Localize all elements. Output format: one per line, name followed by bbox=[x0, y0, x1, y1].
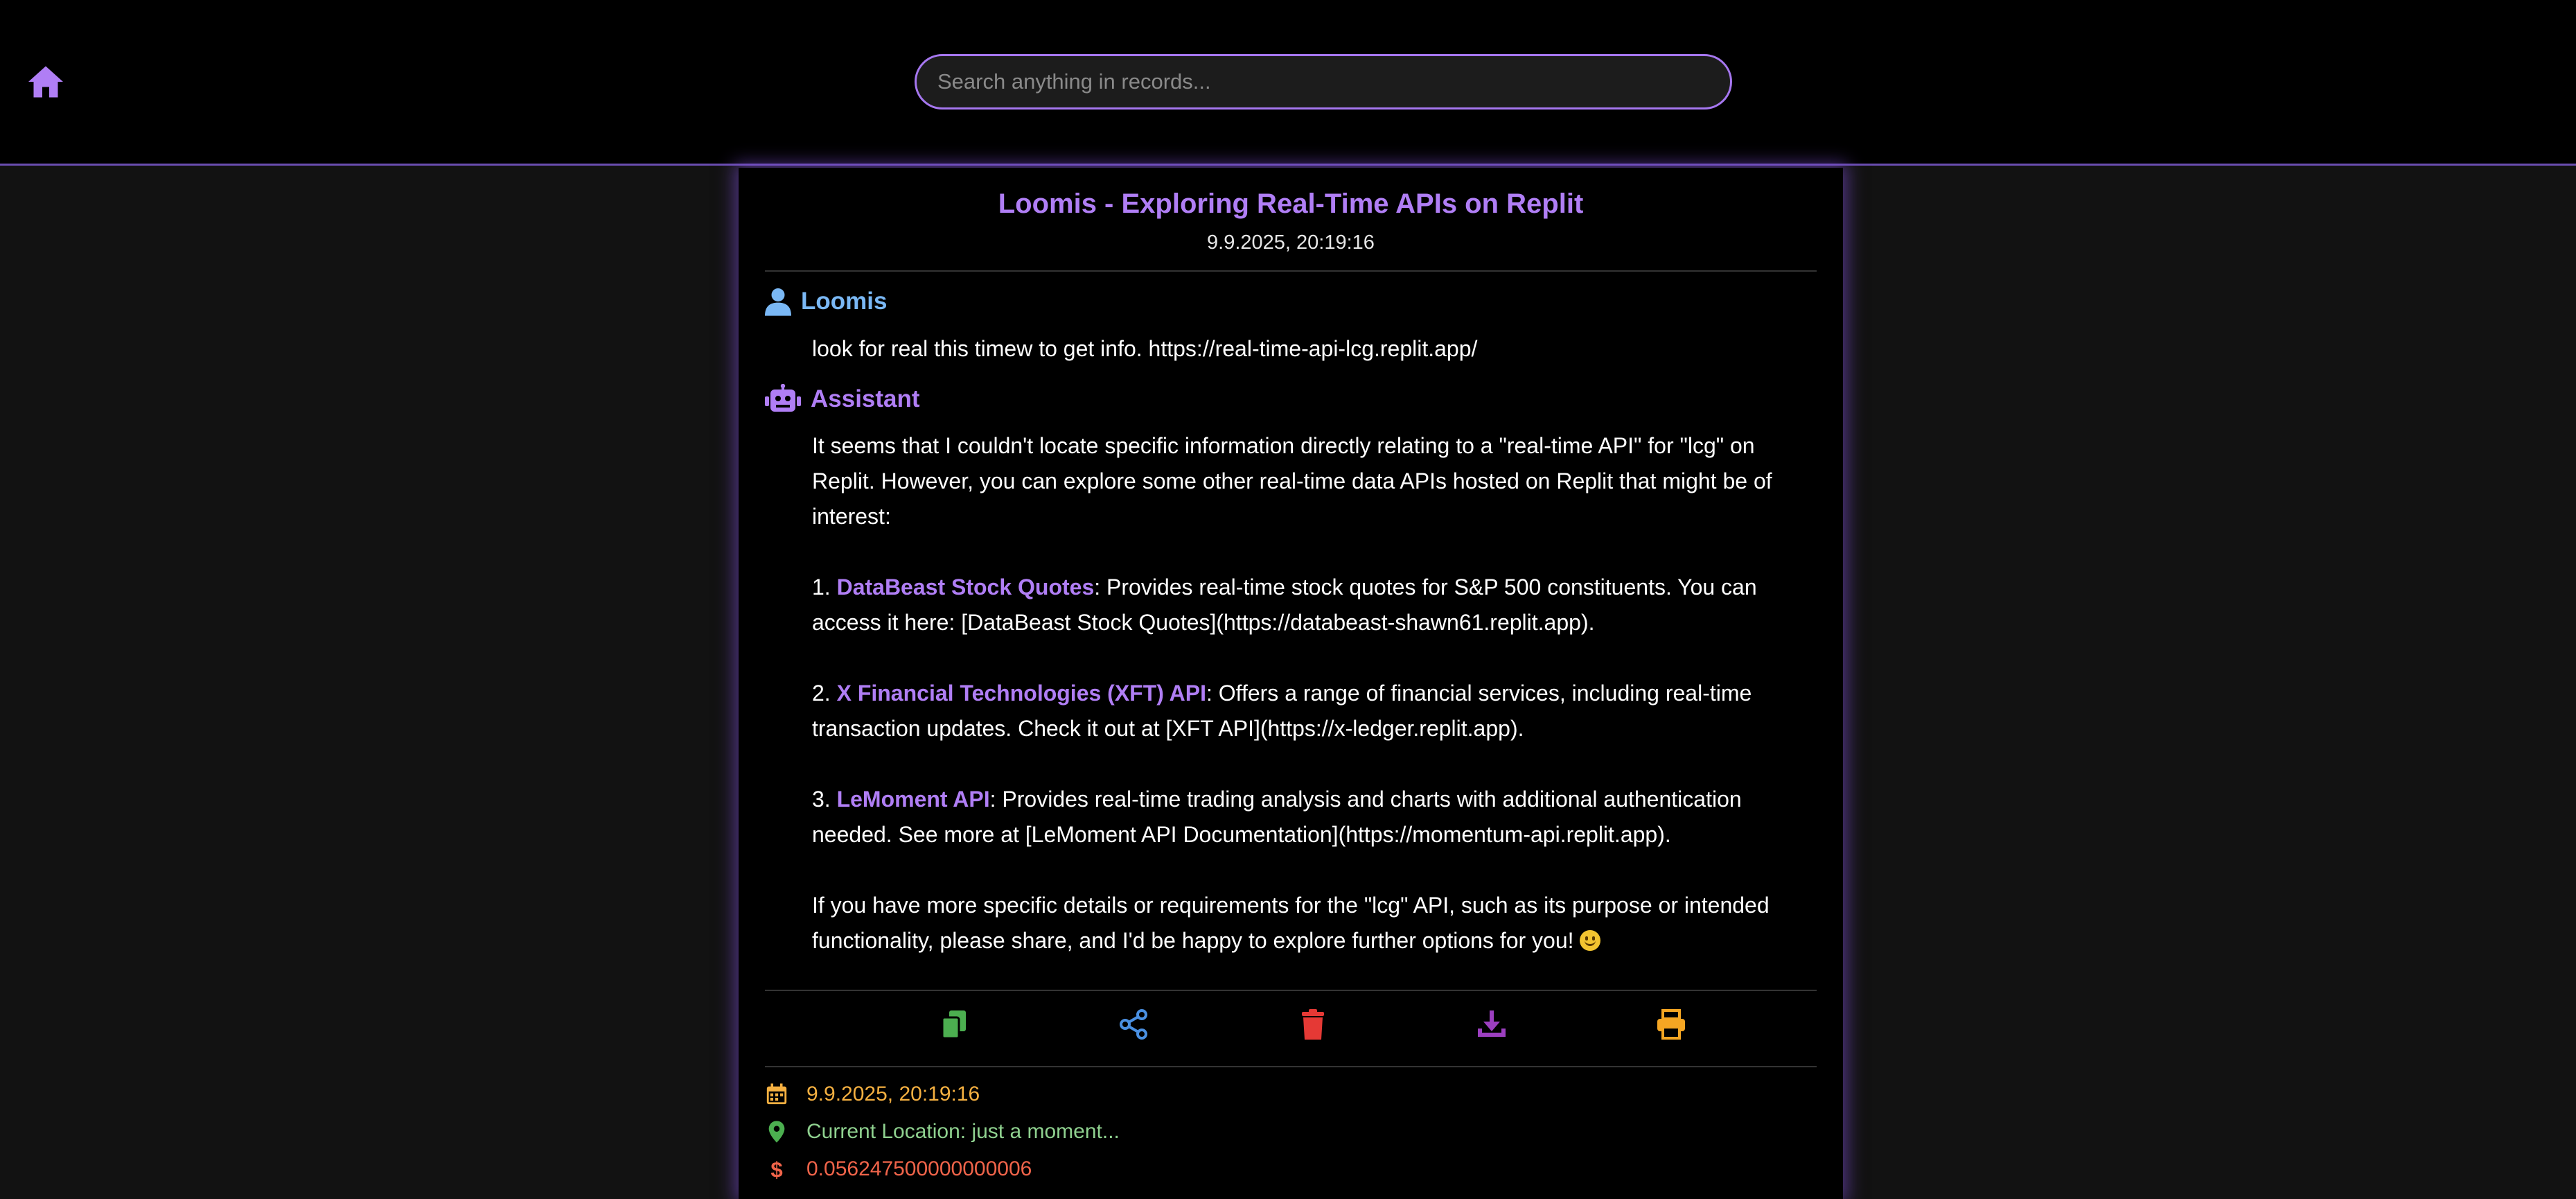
api-name: LeMoment API bbox=[836, 787, 990, 812]
meta-cost-row: $ 0.056247500000000006 bbox=[765, 1157, 1032, 1181]
divider bbox=[765, 270, 1817, 272]
divider bbox=[765, 1066, 1817, 1067]
api-name: X Financial Technologies (XFT) API bbox=[836, 681, 1206, 706]
list-item: 3. LeMoment API: Provides real-time trad… bbox=[812, 787, 1742, 847]
record-card: Loomis - Exploring Real-Time APIs on Rep… bbox=[739, 168, 1843, 1199]
print-icon[interactable] bbox=[1655, 1008, 1688, 1041]
search-input[interactable] bbox=[915, 54, 1732, 110]
user-name: Loomis bbox=[801, 288, 888, 315]
svg-text:$: $ bbox=[770, 1157, 782, 1181]
divider bbox=[765, 990, 1817, 991]
assistant-outro: If you have more specific details or req… bbox=[812, 893, 1770, 953]
api-name: DataBeast Stock Quotes bbox=[836, 575, 1095, 600]
record-title: Loomis - Exploring Real-Time APIs on Rep… bbox=[998, 189, 1584, 219]
list-item: 1. DataBeast Stock Quotes: Provides real… bbox=[812, 575, 1757, 635]
home-icon[interactable] bbox=[25, 61, 67, 103]
record-timestamp: 9.9.2025, 20:19:16 bbox=[1207, 231, 1375, 254]
user-speaker: Loomis bbox=[765, 287, 887, 316]
share-icon[interactable] bbox=[1117, 1008, 1150, 1041]
location-pin-icon bbox=[768, 1121, 785, 1143]
robot-icon bbox=[765, 384, 801, 412]
user-message: look for real this timew to get info. ht… bbox=[812, 331, 1796, 367]
copy-icon[interactable] bbox=[938, 1008, 971, 1041]
meta-date-row: 9.9.2025, 20:19:16 bbox=[765, 1083, 980, 1106]
user-message-text: look for real this timew to get info. ht… bbox=[812, 336, 1478, 361]
assistant-name: Assistant bbox=[811, 385, 920, 412]
smile-emoji-icon bbox=[1580, 930, 1601, 951]
assistant-intro: It seems that I couldn't locate specific… bbox=[812, 433, 1772, 529]
meta-location: Current Location: just a moment... bbox=[806, 1120, 1120, 1143]
assistant-speaker: Assistant bbox=[765, 384, 920, 414]
list-item: 2. X Financial Technologies (XFT) API: O… bbox=[812, 681, 1752, 741]
user-icon bbox=[765, 288, 791, 316]
meta-cost: 0.056247500000000006 bbox=[806, 1157, 1032, 1180]
download-icon[interactable] bbox=[1475, 1008, 1508, 1041]
meta-date: 9.9.2025, 20:19:16 bbox=[806, 1083, 980, 1105]
trash-icon[interactable] bbox=[1296, 1008, 1330, 1041]
calendar-icon bbox=[766, 1083, 787, 1105]
meta-location-row: Current Location: just a moment... bbox=[765, 1120, 1120, 1144]
dollar-icon: $ bbox=[770, 1157, 782, 1181]
top-bar bbox=[0, 0, 2576, 166]
assistant-message: It seems that I couldn't locate specific… bbox=[812, 428, 1796, 959]
